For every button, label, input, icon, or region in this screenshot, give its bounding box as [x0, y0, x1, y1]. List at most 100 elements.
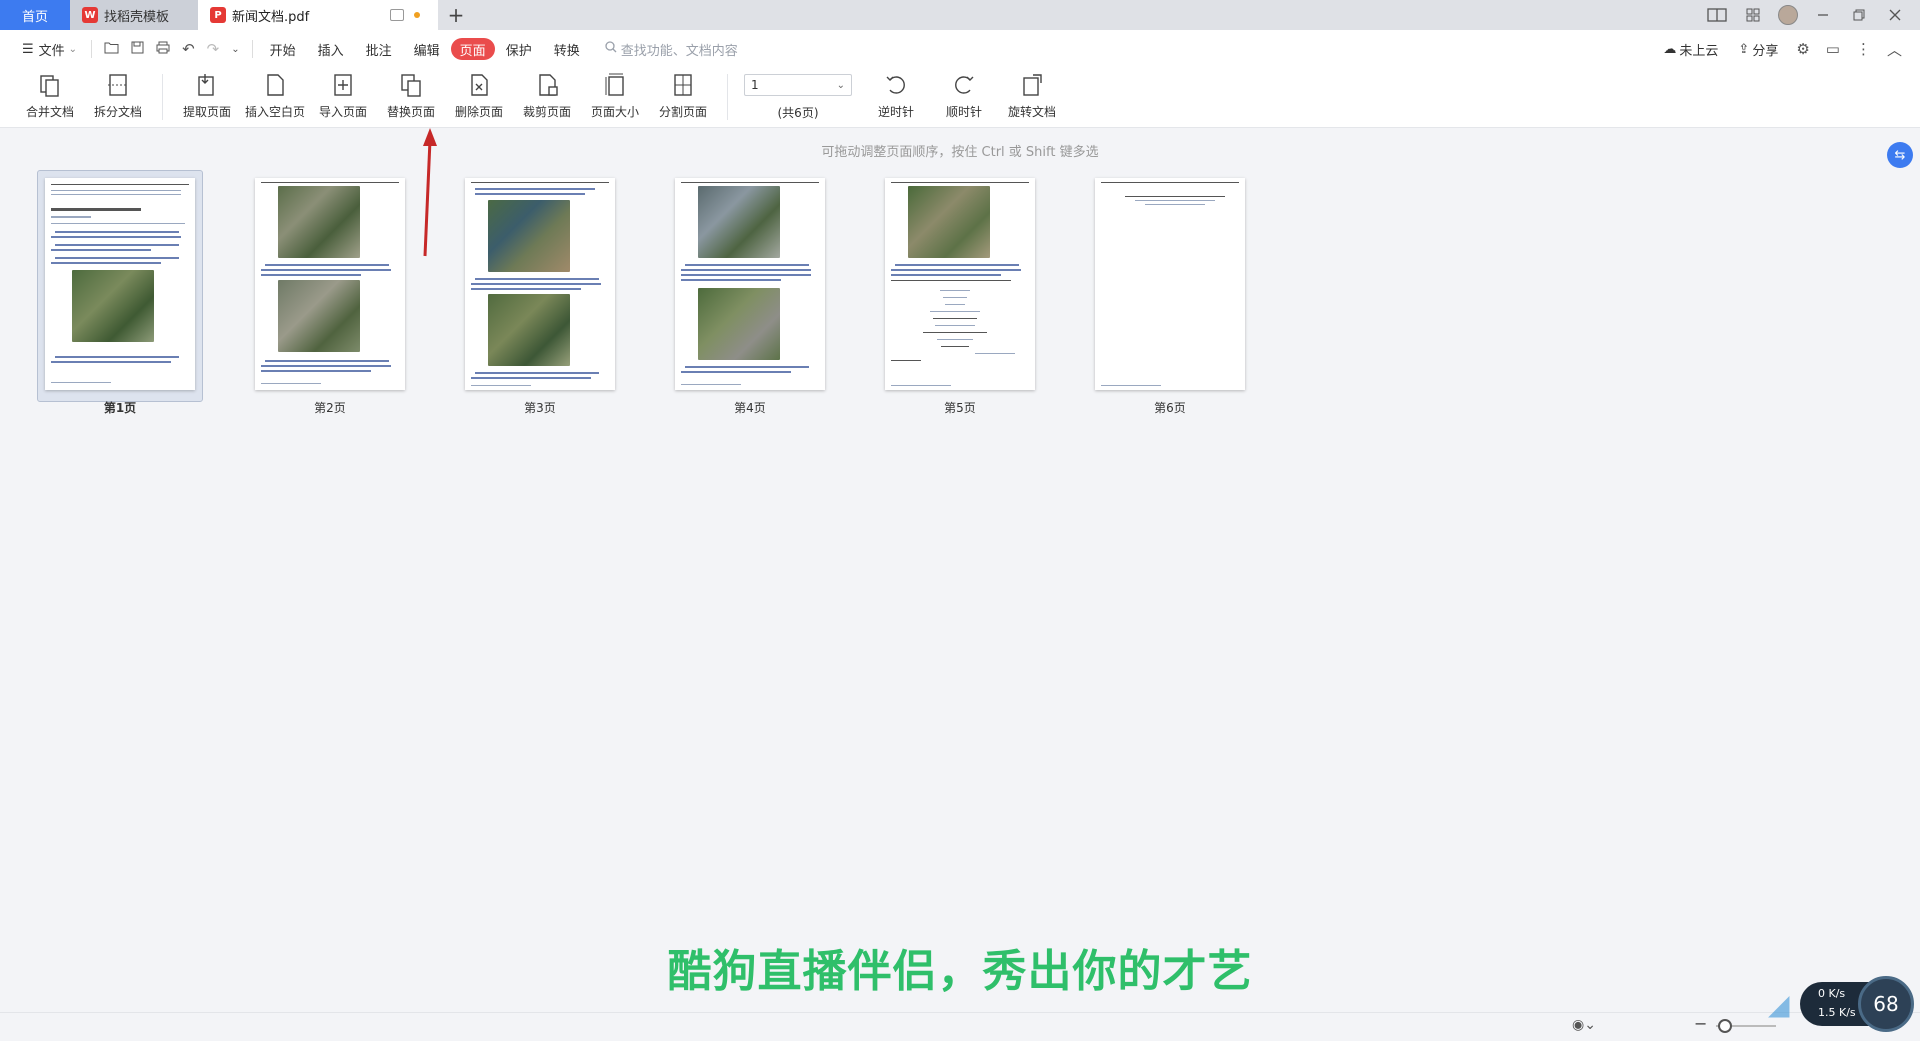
cloud-icon: ☁	[1663, 41, 1677, 57]
rotate-cw-label: 顺时针	[945, 105, 982, 119]
ribbon-divider	[162, 74, 163, 120]
insert-blank-page-button[interactable]: 插入空白页	[241, 68, 309, 120]
tab-edit-label: 编辑	[413, 43, 440, 59]
redo-icon[interactable]: ↷	[201, 40, 226, 58]
apps-grid-icon[interactable]	[1742, 4, 1764, 26]
page-label-1: 第1页	[103, 401, 137, 415]
merge-document-button[interactable]: 合并文档	[16, 68, 84, 120]
settings-gear-icon[interactable]: ⚙	[1790, 40, 1815, 58]
restore-icon[interactable]	[1848, 4, 1870, 26]
rotate-document-label: 旋转文档	[1007, 105, 1056, 119]
minimize-icon[interactable]	[1812, 4, 1834, 26]
crop-page-button[interactable]: 裁剪页面	[513, 68, 581, 120]
page-size-icon	[601, 71, 629, 99]
rotate-ccw-label: 逆时针	[877, 105, 914, 119]
unsaved-dot-icon	[414, 12, 420, 18]
new-tab-label: +	[447, 3, 465, 27]
page-number-dropdown[interactable]: 1 ⌄	[744, 74, 852, 96]
menu-right-tools: ☁ 未上云 ⇪ 分享 ⚙ ▭ ⋮ ︿	[1655, 36, 1920, 62]
tab-start-label: 开始	[269, 43, 296, 59]
delete-page-label: 删除页面	[454, 105, 503, 119]
page-label-6: 第6页	[1154, 401, 1186, 415]
split-document-label: 拆分文档	[93, 105, 142, 119]
tab-page[interactable]: 页面	[450, 38, 495, 60]
zoom-out-icon[interactable]: −	[1694, 1014, 1707, 1033]
rotate-counterclockwise-button[interactable]: 逆时针	[862, 68, 930, 120]
tab-edit[interactable]: 编辑	[403, 36, 451, 62]
net-down-speed: 0 K/s	[1818, 987, 1846, 1000]
page-label-2: 第2页	[314, 401, 346, 415]
cpu-usage-gauge: 68	[1858, 976, 1914, 1032]
page-total-label: (共6页)	[777, 106, 819, 120]
zoom-slider-handle[interactable]	[1718, 1019, 1732, 1033]
tab-home[interactable]: 首页	[0, 0, 70, 30]
tab-protect[interactable]: 保护	[495, 36, 543, 62]
stream-caption: 酷狗直播伴侣，秀出你的才艺	[667, 946, 1253, 997]
merge-icon	[36, 71, 64, 99]
page-preview	[45, 178, 195, 390]
divide-page-label: 分割页面	[658, 105, 707, 119]
tab-protect-label: 保护	[505, 43, 532, 59]
file-menu[interactable]: ☰ 文件 ⌄	[14, 36, 85, 62]
rotate-document-button[interactable]: 旋转文档	[998, 68, 1066, 120]
tab-insert[interactable]: 插入	[307, 36, 355, 62]
divide-page-button[interactable]: 分割页面	[649, 68, 717, 120]
save-icon[interactable]	[125, 40, 150, 58]
split-icon	[104, 71, 132, 99]
status-bar	[0, 1012, 1920, 1041]
chevron-down-icon: ⌄	[836, 79, 845, 91]
tab-template[interactable]: W 找稻壳模板	[70, 0, 198, 30]
open-folder-icon[interactable]	[98, 40, 125, 58]
cpu-usage-value: 68	[1873, 992, 1899, 1016]
divide-page-icon	[669, 71, 697, 99]
tab-document[interactable]: P 新闻文档.pdf	[198, 0, 438, 30]
import-page-label: 导入页面	[318, 105, 367, 119]
page-preview	[465, 178, 615, 390]
search-box[interactable]: 查找功能、文档内容	[605, 40, 738, 59]
search-placeholder: 查找功能、文档内容	[620, 43, 738, 59]
cloud-sync-button[interactable]: ☁ 未上云	[1655, 36, 1726, 62]
crop-page-icon	[533, 71, 561, 99]
split-document-button[interactable]: 拆分文档	[84, 68, 152, 120]
cloud-status-label: 未上云	[1679, 43, 1719, 59]
drag-reorder-hint: 可拖动调整页面顺序，按住 Ctrl 或 Shift 键多选	[821, 145, 1099, 160]
more-dropdown-icon[interactable]: ⌄	[225, 44, 245, 55]
share-button[interactable]: ⇪ 分享	[1730, 36, 1786, 62]
page-label-3: 第3页	[524, 401, 556, 415]
message-icon[interactable]: ▭	[1820, 40, 1846, 58]
import-page-button[interactable]: 导入页面	[309, 68, 377, 120]
user-avatar[interactable]	[1778, 5, 1798, 25]
undo-icon[interactable]: ↶	[176, 40, 201, 58]
search-icon	[605, 41, 617, 57]
page-size-button[interactable]: 页面大小	[581, 68, 649, 120]
layout-icon[interactable]	[1706, 4, 1728, 26]
print-icon[interactable]	[150, 40, 176, 58]
tab-convert[interactable]: 转换	[543, 36, 591, 62]
side-panel-toggle-icon[interactable]: ⇆	[1887, 142, 1913, 168]
annotation-arrow	[423, 128, 437, 257]
net-up-speed: 1.5 K/s	[1818, 1006, 1856, 1019]
eye-protection-icon[interactable]: ◉⌄	[1572, 1017, 1596, 1033]
replace-page-icon	[397, 71, 425, 99]
blank-page-icon	[261, 71, 289, 99]
insert-blank-page-label: 插入空白页	[244, 105, 305, 119]
close-icon[interactable]	[1884, 4, 1906, 26]
rotate-clockwise-button[interactable]: 顺时针	[930, 68, 998, 120]
collapse-ribbon-icon[interactable]: ︿	[1881, 39, 1908, 60]
more-options-icon[interactable]: ⋮	[1850, 40, 1877, 58]
new-tab-button[interactable]: +	[438, 0, 474, 30]
extract-page-button[interactable]: 提取页面	[173, 68, 241, 120]
rotate-document-icon	[1018, 71, 1046, 99]
tab-comment[interactable]: 批注	[355, 36, 403, 62]
delete-page-icon	[465, 71, 493, 99]
replace-page-button[interactable]: 替换页面	[377, 68, 445, 120]
hamburger-icon: ☰	[22, 41, 34, 57]
tab-start[interactable]: 开始	[259, 36, 307, 62]
page-preview	[1095, 178, 1245, 390]
import-page-icon	[329, 71, 357, 99]
window-controls	[1706, 0, 1920, 30]
tab-convert-label: 转换	[553, 43, 580, 59]
delete-page-button[interactable]: 删除页面	[445, 68, 513, 120]
ribbon-divider	[727, 74, 728, 120]
screen-icon[interactable]	[390, 9, 404, 21]
